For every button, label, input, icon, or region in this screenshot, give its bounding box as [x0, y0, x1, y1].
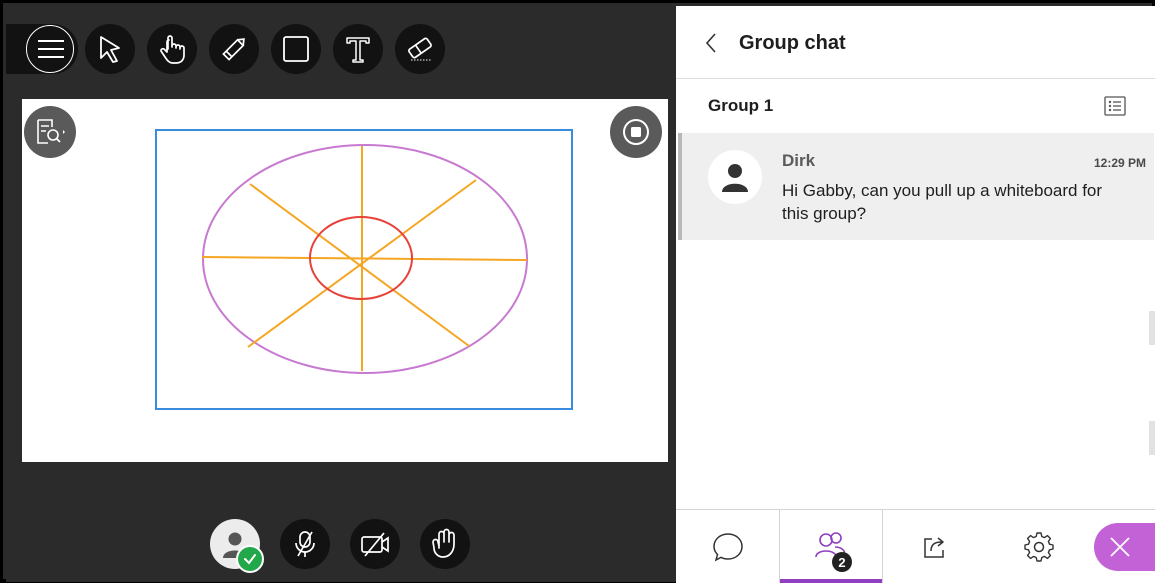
- pointer-tool-button[interactable]: [147, 24, 197, 74]
- message-author: Dirk: [782, 151, 816, 170]
- whiteboard-stage: [6, 6, 676, 582]
- text-icon: [346, 37, 370, 63]
- rectangle-icon: [283, 36, 309, 62]
- message-timestamp: 12:29 PM: [1093, 156, 1146, 170]
- message-text: Hi Gabby, can you pull up a whiteboard f…: [782, 181, 1103, 223]
- zoom-board-button[interactable]: [24, 106, 76, 158]
- avatar: [708, 150, 762, 204]
- stop-icon: [623, 119, 649, 145]
- pointer-hand-icon: [160, 35, 185, 64]
- chat-bubble-icon: [712, 532, 743, 561]
- check-icon: [244, 554, 256, 565]
- stop-sharing-button[interactable]: [610, 106, 662, 158]
- user-avatar-icon: [722, 164, 748, 192]
- group-header: Group 1: [676, 79, 1155, 131]
- microphone-toggle-button[interactable]: [280, 519, 330, 569]
- whiteboard-canvas[interactable]: [22, 99, 668, 462]
- tab-settings[interactable]: [987, 510, 1091, 583]
- scrollbar-marker[interactable]: [1149, 421, 1155, 455]
- status-badge: [236, 545, 264, 573]
- panel-header: Group chat: [676, 6, 1155, 79]
- pencil-tool-button[interactable]: [209, 24, 259, 74]
- close-panel-button[interactable]: [1094, 523, 1155, 571]
- camera-toggle-button[interactable]: [350, 519, 400, 569]
- share-icon: [924, 536, 944, 558]
- list-details-icon[interactable]: [1104, 96, 1126, 116]
- panel-tab-bar: 2: [676, 509, 1155, 583]
- tab-attendees[interactable]: 2: [779, 510, 883, 583]
- select-arrow-icon: [100, 36, 120, 63]
- eraser-tool-button[interactable]: [395, 24, 445, 74]
- document-magnifier-icon: [37, 119, 65, 144]
- pencil-icon: [222, 38, 245, 61]
- page-title: Group chat: [739, 32, 846, 54]
- chat-panel: Group chat Group 1 Dirk 12:29 PM Hi Gabb…: [676, 6, 1155, 583]
- gear-icon: [1024, 531, 1054, 562]
- scrollbar-marker[interactable]: [1149, 311, 1155, 345]
- collaborate-window: Group chat Group 1 Dirk 12:29 PM Hi Gabb…: [0, 0, 1155, 583]
- attendee-count-badge: 2: [832, 552, 852, 572]
- eraser-icon: [408, 37, 432, 61]
- menu-button[interactable]: [6, 24, 78, 74]
- text-tool-button[interactable]: [333, 24, 383, 74]
- shape-tool-button[interactable]: [271, 24, 321, 74]
- microphone-muted-icon: [295, 531, 315, 557]
- drawn-spokes: [201, 146, 528, 371]
- hamburger-menu-icon: [38, 40, 64, 58]
- raise-hand-button[interactable]: [420, 519, 470, 569]
- tab-share-content[interactable]: [883, 510, 987, 583]
- close-icon: [1110, 537, 1130, 557]
- camera-off-icon: [361, 532, 389, 557]
- my-status-button[interactable]: [210, 519, 264, 573]
- chevron-left-icon[interactable]: [704, 32, 718, 54]
- tab-chat[interactable]: [676, 510, 779, 583]
- group-name: Group 1: [708, 96, 774, 115]
- select-tool-button[interactable]: [85, 24, 135, 74]
- active-tab-indicator: [780, 579, 882, 583]
- chat-message: Dirk 12:29 PM Hi Gabby, can you pull up …: [678, 133, 1154, 240]
- raise-hand-icon: [432, 528, 455, 558]
- whiteboard-drawing: [155, 129, 573, 410]
